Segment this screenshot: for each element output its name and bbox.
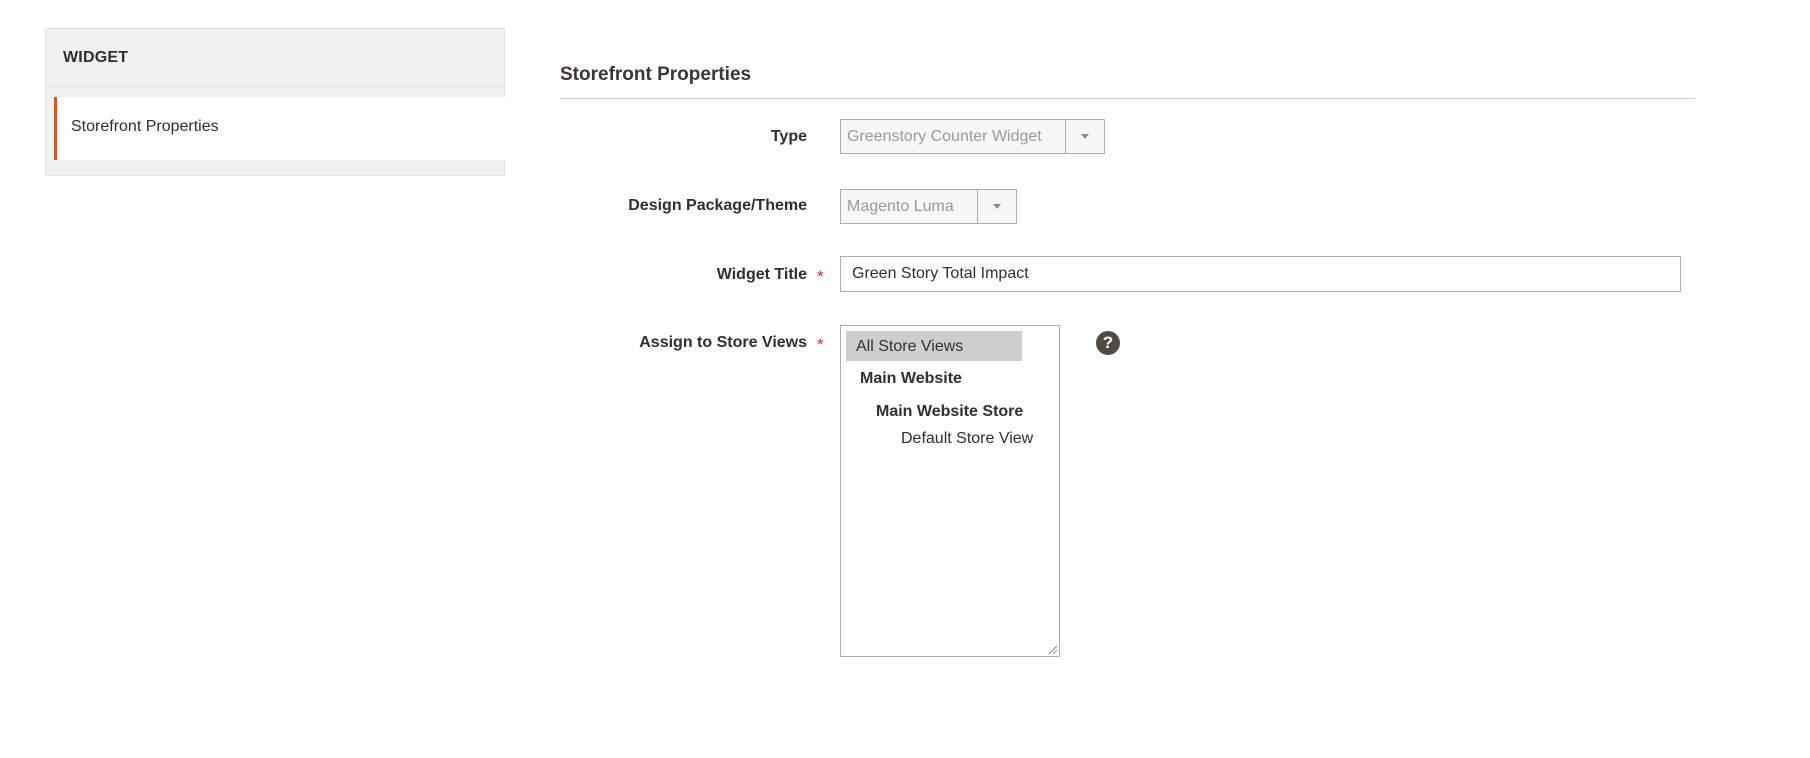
section-title: Storefront Properties: [560, 64, 752, 85]
sidebar-item-storefront-properties[interactable]: Storefront Properties: [54, 97, 505, 160]
store-view-option-store: Main Website Store: [876, 403, 1024, 420]
sidebar-title: WIDGET: [63, 49, 129, 66]
theme-select-value: Magento Luma: [847, 198, 954, 215]
required-asterisk: *: [817, 335, 824, 354]
section-divider: [560, 98, 1695, 99]
widget-title-input[interactable]: [840, 256, 1681, 292]
sidebar-item-label: Storefront Properties: [71, 118, 219, 135]
required-asterisk: *: [817, 267, 824, 286]
type-select[interactable]: Greenstory Counter Widget: [840, 119, 1105, 154]
chevron-down-icon: [993, 204, 1001, 209]
type-select-toggle[interactable]: [1065, 120, 1104, 153]
store-view-option-default[interactable]: Default Store View: [901, 430, 1033, 448]
theme-select-toggle[interactable]: [977, 190, 1016, 223]
store-views-multiselect[interactable]: All Store Views Main Website Main Websit…: [840, 325, 1060, 657]
store-views-label: Assign to Store Views: [639, 334, 807, 351]
resize-handle-icon[interactable]: [1048, 645, 1058, 655]
theme-select[interactable]: Magento Luma: [840, 189, 1017, 224]
type-select-value: Greenstory Counter Widget: [847, 128, 1042, 145]
sidebar-divider: [46, 86, 504, 87]
sidebar: WIDGET Storefront Properties: [45, 28, 505, 176]
store-view-option-all[interactable]: All Store Views: [846, 331, 1022, 361]
type-label: Type: [770, 128, 807, 145]
widget-title-label: Widget Title: [716, 266, 807, 283]
store-view-option-website: Main Website: [860, 370, 962, 387]
option-label: All Store Views: [856, 338, 964, 355]
question-circle-icon[interactable]: ?: [1096, 331, 1120, 355]
chevron-down-icon: [1081, 134, 1089, 139]
theme-label: Design Package/Theme: [628, 197, 807, 214]
